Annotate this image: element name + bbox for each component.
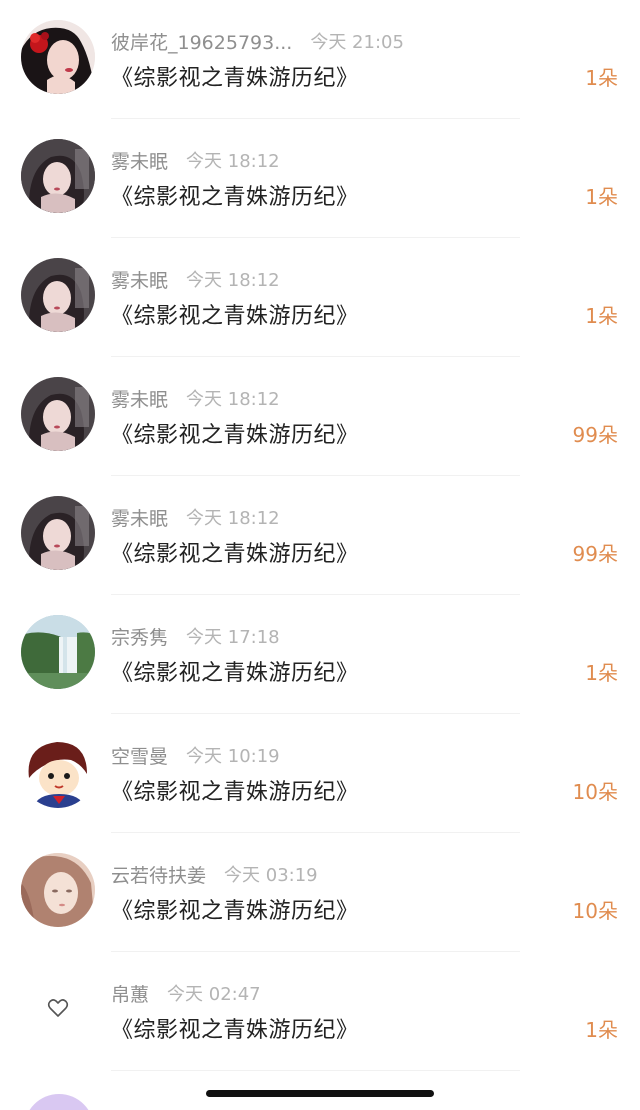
item-meta: 雾未眠 今天 18:12 xyxy=(111,385,280,411)
item-meta: 空雪曼 今天 10:19 xyxy=(111,742,280,768)
item-meta: 云若待扶姜 今天 03:19 xyxy=(111,861,318,887)
dark-hair-girl-avatar[interactable] xyxy=(21,139,95,213)
timestamp: 今天 17:18 xyxy=(186,627,280,648)
book-title[interactable]: 《综影视之青姝游历纪》 xyxy=(111,774,359,806)
flower-count: 1朵 xyxy=(585,661,618,685)
user-name[interactable]: 空雪曼 xyxy=(111,742,168,769)
user-name[interactable]: 雾未眠 xyxy=(111,147,168,174)
flower-count: 1朵 xyxy=(585,66,618,90)
list-item[interactable]: 宗秀隽 今天 17:18 《综影视之青姝游历纪》 1朵 xyxy=(0,595,640,714)
book-title[interactable]: 《综影视之青姝游历纪》 xyxy=(111,60,359,92)
user-name[interactable]: 云若待扶姜 xyxy=(111,861,206,888)
list-item[interactable]: 彼岸花_19625793... 今天 21:05 《综影视之青姝游历纪》 1朵 xyxy=(0,0,640,119)
flower-count: 99朵 xyxy=(572,423,618,447)
item-meta: 雾未眠 今天 18:12 xyxy=(111,147,280,173)
list-item[interactable]: 帛蕙 今天 02:47 《综影视之青姝游历纪》 1朵 xyxy=(0,952,640,1071)
list-item[interactable]: 雾未眠 今天 18:12 《综影视之青姝游历纪》 1朵 xyxy=(0,119,640,238)
default-avatar[interactable] xyxy=(21,972,95,1046)
divider xyxy=(111,1070,520,1071)
list-item[interactable]: 雾未眠 今天 18:12 《综影视之青姝游历纪》 1朵 xyxy=(0,238,640,357)
item-meta: 彼岸花_19625793... 今天 21:05 xyxy=(111,28,404,54)
book-title[interactable]: 《综影视之青姝游历纪》 xyxy=(111,179,359,211)
home-indicator[interactable] xyxy=(206,1090,434,1097)
flower-count: 1朵 xyxy=(585,304,618,328)
book-title[interactable]: 《综影视之青姝游历纪》 xyxy=(111,1012,359,1044)
heart-icon xyxy=(47,999,69,1017)
item-meta: 宗秀隽 今天 17:18 xyxy=(111,623,280,649)
partial-avatar[interactable] xyxy=(24,1094,94,1110)
list-item[interactable]: 空雪曼 今天 10:19 《综影视之青姝游历纪》 10朵 xyxy=(0,714,640,833)
timestamp: 今天 18:12 xyxy=(186,270,280,291)
list-item[interactable]: 云若待扶姜 今天 03:19 《综影视之青姝游历纪》 10朵 xyxy=(0,833,640,952)
user-name[interactable]: 彼岸花_19625793... xyxy=(111,28,292,55)
user-name[interactable]: 帛蕙 xyxy=(111,980,149,1007)
timestamp: 今天 02:47 xyxy=(167,984,261,1005)
timestamp: 今天 18:12 xyxy=(186,508,280,529)
user-name[interactable]: 宗秀隽 xyxy=(111,623,168,650)
dark-hair-girl-avatar[interactable] xyxy=(21,377,95,451)
waterfall-avatar[interactable] xyxy=(21,615,95,689)
book-title[interactable]: 《综影视之青姝游历纪》 xyxy=(111,655,359,687)
book-title[interactable]: 《综影视之青姝游历纪》 xyxy=(111,893,359,925)
item-meta: 雾未眠 今天 18:12 xyxy=(111,266,280,292)
flower-count: 99朵 xyxy=(572,542,618,566)
flower-count: 1朵 xyxy=(585,1018,618,1042)
flower-count: 1朵 xyxy=(585,185,618,209)
book-title[interactable]: 《综影视之青姝游历纪》 xyxy=(111,417,359,449)
timestamp: 今天 03:19 xyxy=(224,865,318,886)
timestamp: 今天 18:12 xyxy=(186,389,280,410)
flower-count: 10朵 xyxy=(572,780,618,804)
red-flower-girl-avatar[interactable] xyxy=(21,20,95,94)
timestamp: 今天 18:12 xyxy=(186,151,280,172)
flower-count: 10朵 xyxy=(572,899,618,923)
item-meta: 雾未眠 今天 18:12 xyxy=(111,504,280,530)
timestamp: 今天 21:05 xyxy=(310,32,404,53)
user-name[interactable]: 雾未眠 xyxy=(111,504,168,531)
pale-girl-avatar[interactable] xyxy=(21,853,95,927)
list-item[interactable]: 雾未眠 今天 18:12 《综影视之青姝游历纪》 99朵 xyxy=(0,476,640,595)
user-name[interactable]: 雾未眠 xyxy=(111,266,168,293)
book-title[interactable]: 《综影视之青姝游历纪》 xyxy=(111,298,359,330)
item-meta: 帛蕙 今天 02:47 xyxy=(111,980,261,1006)
cartoon-girl-avatar[interactable] xyxy=(21,734,95,808)
gift-record-list: 彼岸花_19625793... 今天 21:05 《综影视之青姝游历纪》 1朵 … xyxy=(0,0,640,1110)
user-name[interactable]: 雾未眠 xyxy=(111,385,168,412)
dark-hair-girl-avatar[interactable] xyxy=(21,496,95,570)
dark-hair-girl-avatar[interactable] xyxy=(21,258,95,332)
book-title[interactable]: 《综影视之青姝游历纪》 xyxy=(111,536,359,568)
timestamp: 今天 10:19 xyxy=(186,746,280,767)
list-item[interactable]: 雾未眠 今天 18:12 《综影视之青姝游历纪》 99朵 xyxy=(0,357,640,476)
